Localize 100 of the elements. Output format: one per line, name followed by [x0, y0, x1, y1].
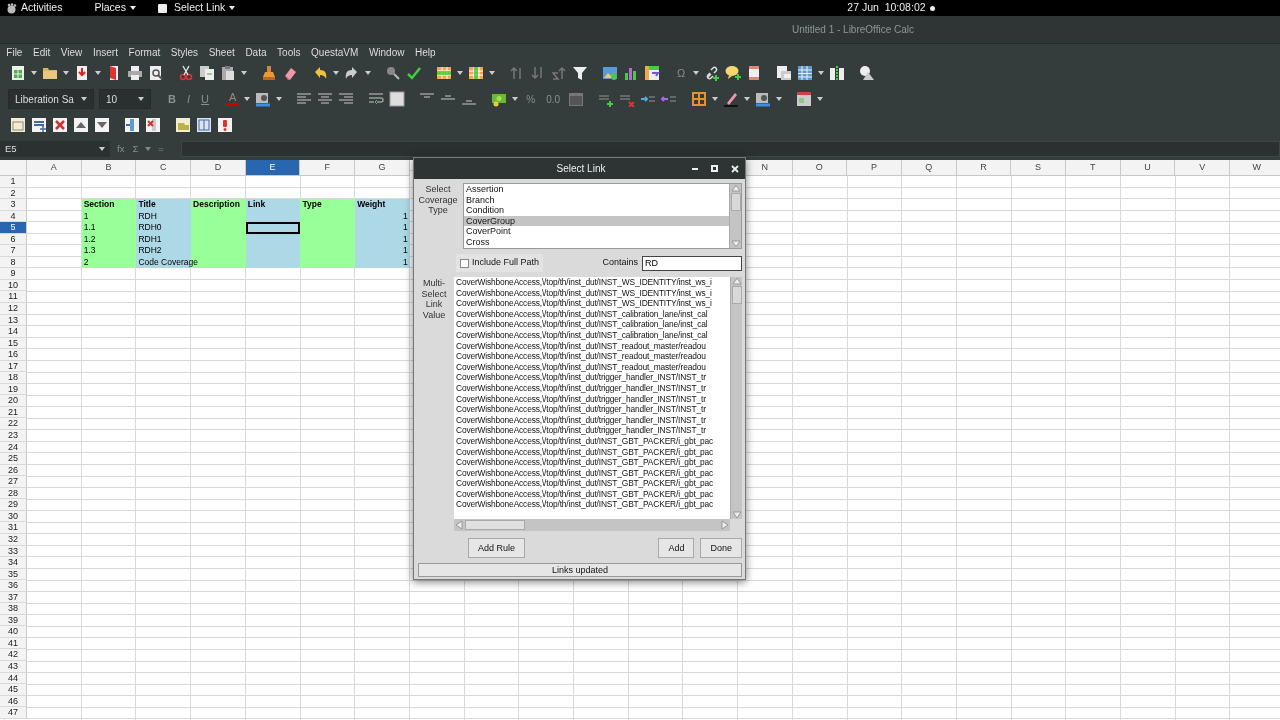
table-cell[interactable]: 1 — [355, 245, 410, 257]
column-header[interactable]: A — [27, 160, 82, 176]
checkmark-icon[interactable] — [406, 65, 422, 81]
clock[interactable]: 27 Jun 10:08:02 — [847, 0, 926, 16]
align-right-icon[interactable] — [338, 91, 355, 107]
list-item[interactable]: CoverWishboneAccess,\/top/th/inst_dut/INST_GBT_PACKER/i_gbt_pac — [454, 488, 730, 500]
window-icon[interactable] — [157, 3, 167, 13]
row-header[interactable]: 12 — [0, 303, 27, 315]
row-header[interactable]: 45 — [0, 684, 27, 696]
columns-icon[interactable] — [468, 65, 484, 81]
formula-button[interactable]: Σ — [131, 141, 140, 157]
list-item[interactable]: CoverWishboneAccess,\/top/th/inst_dut/INST_readout_master/readou — [454, 351, 730, 362]
name-box[interactable]: E5 — [0, 141, 110, 157]
format-button[interactable]: I — [183, 90, 193, 108]
paste-icon[interactable] — [220, 65, 236, 81]
rows-icon[interactable] — [436, 65, 452, 81]
scrollbar[interactable] — [729, 184, 741, 248]
align-left-icon[interactable] — [296, 91, 313, 107]
row-header[interactable]: 9 — [0, 268, 27, 280]
list-item[interactable]: CoverWishboneAccess,\/top/th/inst_dut/trigger_handler_INST/INST_tr — [454, 404, 730, 415]
caret-icon[interactable] — [229, 6, 236, 10]
menu-item[interactable]: Data — [240, 44, 272, 60]
format-button[interactable]: U — [198, 90, 212, 108]
column-header[interactable]: V — [1175, 160, 1230, 176]
copy-icon[interactable] — [199, 65, 215, 81]
link-icon[interactable] — [704, 65, 721, 81]
table-cell[interactable]: Title — [136, 199, 192, 211]
row-header[interactable]: 16 — [0, 349, 27, 361]
alert-icon[interactable] — [217, 117, 233, 133]
caret-icon[interactable] — [31, 71, 37, 75]
column-header[interactable]: T — [1065, 160, 1121, 176]
frame-icon[interactable] — [10, 117, 26, 133]
menu-item[interactable]: Insert — [87, 44, 124, 60]
redo-icon[interactable] — [344, 65, 360, 81]
freeze-icon[interactable] — [776, 65, 793, 81]
list-item[interactable]: CoverWishboneAccess,\/top/th/inst_dut/INST_readout_master/readou — [454, 361, 730, 373]
caret-icon[interactable] — [63, 71, 69, 75]
align-center-icon[interactable] — [317, 91, 334, 107]
gnome-foot-icon[interactable] — [6, 2, 17, 14]
row-header[interactable]: 31 — [0, 522, 27, 534]
table-cell[interactable]: 1.3 — [81, 245, 137, 257]
row-header[interactable]: 27 — [0, 476, 27, 488]
pivot-table-icon[interactable] — [644, 65, 660, 81]
caret-icon[interactable] — [138, 97, 144, 101]
list-item[interactable]: CoverWishboneAccess,\/top/th/inst_dut/trigger_handler_INST/INST_tr — [454, 393, 730, 405]
caret-icon[interactable] — [95, 71, 101, 75]
list-item[interactable]: CoverWishboneAccess,\/top/th/inst_dut/INST_GBT_PACKER/i_gbt_pac — [454, 435, 730, 447]
column-header[interactable]: B — [81, 160, 137, 176]
image-icon[interactable] — [602, 65, 618, 81]
number-format-button[interactable]: % — [523, 91, 539, 107]
column-header[interactable]: F — [300, 160, 356, 176]
row-header[interactable]: 22 — [0, 418, 27, 431]
comment-icon[interactable] — [725, 65, 742, 81]
cut-icon[interactable] — [178, 65, 194, 81]
split-icon[interactable] — [829, 65, 846, 81]
list-item[interactable]: CoverWishboneAccess,\/top/th/inst_dut/INST_WS_IDENTITY/inst_ws_i — [454, 277, 730, 288]
row-header[interactable]: 20 — [0, 395, 27, 407]
eraser-icon[interactable] — [282, 65, 298, 81]
caret-icon[interactable] — [817, 97, 824, 101]
borders-icon[interactable] — [691, 91, 708, 107]
download-icon[interactable] — [74, 65, 90, 81]
caret-icon[interactable] — [512, 97, 519, 101]
menu-item[interactable]: Help — [409, 44, 441, 60]
column-header[interactable]: O — [792, 160, 848, 176]
printer-icon[interactable] — [127, 65, 143, 81]
font-name-box[interactable]: Liberation Sa — [8, 89, 94, 109]
row-header[interactable]: 18 — [0, 372, 27, 384]
list-item[interactable]: CoverWishboneAccess,\/top/th/inst_dut/trigger_handler_INST/INST_tr — [454, 372, 730, 383]
row-header[interactable]: 34 — [0, 557, 27, 569]
add-rule-button[interactable]: Add Rule — [468, 538, 526, 558]
maximize-icon[interactable] — [711, 165, 718, 172]
print-preview-icon[interactable] — [148, 65, 164, 81]
delete-icon[interactable] — [52, 117, 68, 133]
table-cell[interactable]: 1.1 — [81, 222, 137, 234]
conditional-format-icon[interactable] — [796, 91, 813, 107]
caret-icon[interactable] — [244, 97, 251, 101]
row-header[interactable]: 7 — [0, 245, 27, 257]
table-cell[interactable]: Section — [81, 199, 137, 211]
list-item[interactable]: Branch — [464, 194, 729, 206]
formula-input[interactable] — [180, 141, 1280, 157]
folder-icon[interactable] — [42, 65, 58, 81]
list-item[interactable]: Cross — [464, 236, 729, 248]
row-header[interactable]: 29 — [0, 499, 27, 511]
column-header[interactable]: E — [245, 160, 301, 176]
number-format-button[interactable]: 0.0 — [543, 91, 564, 107]
menu-item[interactable]: QuestaVM — [305, 44, 364, 60]
table-cell[interactable]: Weight — [355, 199, 410, 211]
column-header[interactable]: S — [1011, 160, 1066, 176]
menu-item[interactable]: Edit — [27, 44, 56, 60]
menu-item[interactable]: Format — [123, 44, 166, 60]
scrollbar[interactable] — [730, 277, 742, 519]
column-header[interactable]: C — [136, 160, 192, 176]
wrap-text-icon[interactable] — [368, 91, 385, 107]
scroll-thumb[interactable] — [730, 193, 741, 211]
add-button[interactable]: Add — [658, 538, 695, 558]
list-item[interactable]: CoverWishboneAccess,\/top/th/inst_dut/INST_GBT_PACKER/i_gbt_pac — [454, 457, 730, 468]
caret-icon[interactable] — [129, 6, 136, 10]
include-full-path-checkbox[interactable]: Include Full Path — [456, 254, 544, 272]
table-cell[interactable] — [245, 222, 301, 234]
table-cell[interactable]: Type — [300, 199, 356, 211]
